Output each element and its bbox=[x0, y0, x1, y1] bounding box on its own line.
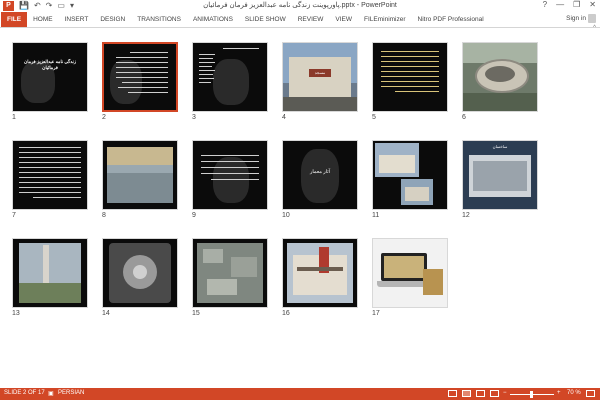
spellcheck-icon[interactable]: ▣ bbox=[48, 390, 54, 397]
tab-home[interactable]: HOME bbox=[27, 12, 59, 27]
slide-number: 9 bbox=[192, 212, 196, 219]
slide-number: 2 bbox=[102, 114, 106, 121]
slide-number: 10 bbox=[282, 212, 290, 219]
slide-thumbnail[interactable]: 7 bbox=[12, 140, 88, 219]
help-icon[interactable]: ? bbox=[543, 0, 547, 9]
slide-thumb-image bbox=[12, 140, 88, 210]
slide-thumbnail[interactable]: ساختمان 12 bbox=[462, 140, 538, 219]
tab-nitro-pdf[interactable]: Nitro PDF Professional bbox=[412, 12, 490, 27]
building-sign-text: مسجد bbox=[309, 69, 331, 77]
slide-number: 8 bbox=[102, 212, 106, 219]
slide-number: 6 bbox=[462, 114, 466, 121]
slide-thumbnail[interactable]: 17 bbox=[372, 238, 448, 317]
slide-thumb-image: مسجد bbox=[282, 42, 358, 112]
slide-thumb-image bbox=[192, 140, 268, 210]
slide-thumb-image bbox=[192, 42, 268, 112]
slide-number: 11 bbox=[372, 212, 380, 219]
slide-thumbnail[interactable]: 13 bbox=[12, 238, 88, 317]
slide-number: 17 bbox=[372, 310, 380, 317]
slide-thumb-image: زندگی نامه عبدالعزیز فرمان فرمائیان bbox=[12, 42, 88, 112]
tab-design[interactable]: DESIGN bbox=[94, 12, 131, 27]
slide-thumb-image bbox=[372, 140, 448, 210]
tab-fileminimizer[interactable]: FILEminimizer bbox=[358, 12, 412, 27]
restore-button[interactable]: ❐ bbox=[573, 0, 580, 9]
slide-number: 15 bbox=[192, 310, 200, 317]
slide-thumbnail[interactable]: زندگی نامه عبدالعزیز فرمان فرمائیان 1 bbox=[12, 42, 88, 121]
minimize-button[interactable]: — bbox=[556, 0, 564, 9]
slideshow-view-icon[interactable] bbox=[490, 390, 499, 397]
slide-title-text: زندگی نامه عبدالعزیز فرمان فرمائیان bbox=[23, 59, 76, 70]
slide-thumb-image bbox=[102, 140, 178, 210]
slide-thumbnail[interactable]: 3 bbox=[192, 42, 268, 121]
zoom-in-button[interactable]: + bbox=[557, 390, 561, 396]
slide-count-status: SLIDE 2 OF 17 bbox=[4, 390, 45, 396]
slide-thumbnail[interactable]: 16 bbox=[282, 238, 358, 317]
slide-thumb-image bbox=[372, 42, 448, 112]
close-button[interactable]: ✕ bbox=[589, 0, 596, 9]
status-bar: SLIDE 2 OF 17 ▣ PERSIAN − + 70 % bbox=[0, 388, 600, 400]
fit-to-window-icon[interactable] bbox=[586, 390, 595, 397]
slide-number: 4 bbox=[282, 114, 286, 121]
slide-thumb-image bbox=[102, 238, 178, 308]
window-title: پاورپوینت زندگی نامه عبدالعزیز فرمان فرم… bbox=[203, 2, 397, 9]
tab-file[interactable]: FILE bbox=[1, 12, 28, 27]
slide-sorter: زندگی نامه عبدالعزیز فرمان فرمائیان 1 2 bbox=[0, 28, 600, 388]
slide-thumb-image bbox=[372, 238, 448, 308]
tab-slide-show[interactable]: SLIDE SHOW bbox=[239, 12, 292, 27]
slide-thumbnail[interactable]: 9 bbox=[192, 140, 268, 219]
slide-number: 13 bbox=[12, 310, 20, 317]
zoom-level[interactable]: 70 % bbox=[567, 390, 581, 396]
slide-thumb-image bbox=[102, 42, 178, 112]
slide-number: 7 bbox=[12, 212, 16, 219]
slide-number: 3 bbox=[192, 114, 196, 121]
slide-sorter-view-icon[interactable] bbox=[462, 390, 471, 397]
slide-number: 1 bbox=[12, 114, 16, 121]
zoom-slider-thumb[interactable] bbox=[530, 391, 533, 398]
slide-thumbnail[interactable]: 11 bbox=[372, 140, 448, 219]
slide-thumb-image bbox=[462, 42, 538, 112]
slide-thumbnail[interactable]: 2 bbox=[102, 42, 178, 121]
slide-number: 14 bbox=[102, 310, 110, 317]
sign-in-link[interactable]: Sign in bbox=[566, 15, 586, 22]
slide-thumbnail[interactable]: 8 bbox=[102, 140, 178, 219]
slide-thumbnail[interactable]: 14 bbox=[102, 238, 178, 317]
slide-title-text: ساختمان bbox=[492, 144, 508, 149]
slide-thumb-image: ساختمان bbox=[462, 140, 538, 210]
normal-view-icon[interactable] bbox=[448, 390, 457, 397]
title-bar: P 💾 ↶ ↷ ▭ ▾ پاورپوینت زندگی نامه عبدالعز… bbox=[0, 0, 600, 12]
slide-number: 5 bbox=[372, 114, 376, 121]
slide-thumbnail[interactable]: آثار معمار 10 bbox=[282, 140, 358, 219]
slide-thumbnail[interactable]: 5 bbox=[372, 42, 448, 121]
tab-transitions[interactable]: TRANSITIONS bbox=[131, 12, 187, 27]
tab-review[interactable]: REVIEW bbox=[292, 12, 330, 27]
reading-view-icon[interactable] bbox=[476, 390, 485, 397]
language-status[interactable]: PERSIAN bbox=[58, 390, 84, 396]
tab-view[interactable]: VIEW bbox=[329, 12, 358, 27]
ribbon-tabs: FILE HOME INSERT DESIGN TRANSITIONS ANIM… bbox=[0, 12, 600, 27]
zoom-out-button[interactable]: − bbox=[503, 390, 507, 396]
slide-thumb-image bbox=[192, 238, 268, 308]
window-controls: ? — ❐ ✕ bbox=[543, 0, 596, 9]
tab-insert[interactable]: INSERT bbox=[59, 12, 95, 27]
slide-thumb-image bbox=[12, 238, 88, 308]
account-avatar[interactable] bbox=[588, 14, 596, 23]
slide-thumbnail[interactable]: مسجد 4 bbox=[282, 42, 358, 121]
slide-number: 16 bbox=[282, 310, 290, 317]
slide-title-text: آثار معمار bbox=[309, 169, 331, 175]
slide-thumb-image: آثار معمار bbox=[282, 140, 358, 210]
slide-thumbnail[interactable]: 15 bbox=[192, 238, 268, 317]
slide-thumb-image bbox=[282, 238, 358, 308]
slide-thumbnail[interactable]: 6 bbox=[462, 42, 538, 121]
tab-animations[interactable]: ANIMATIONS bbox=[187, 12, 239, 27]
slide-number: 12 bbox=[462, 212, 470, 219]
